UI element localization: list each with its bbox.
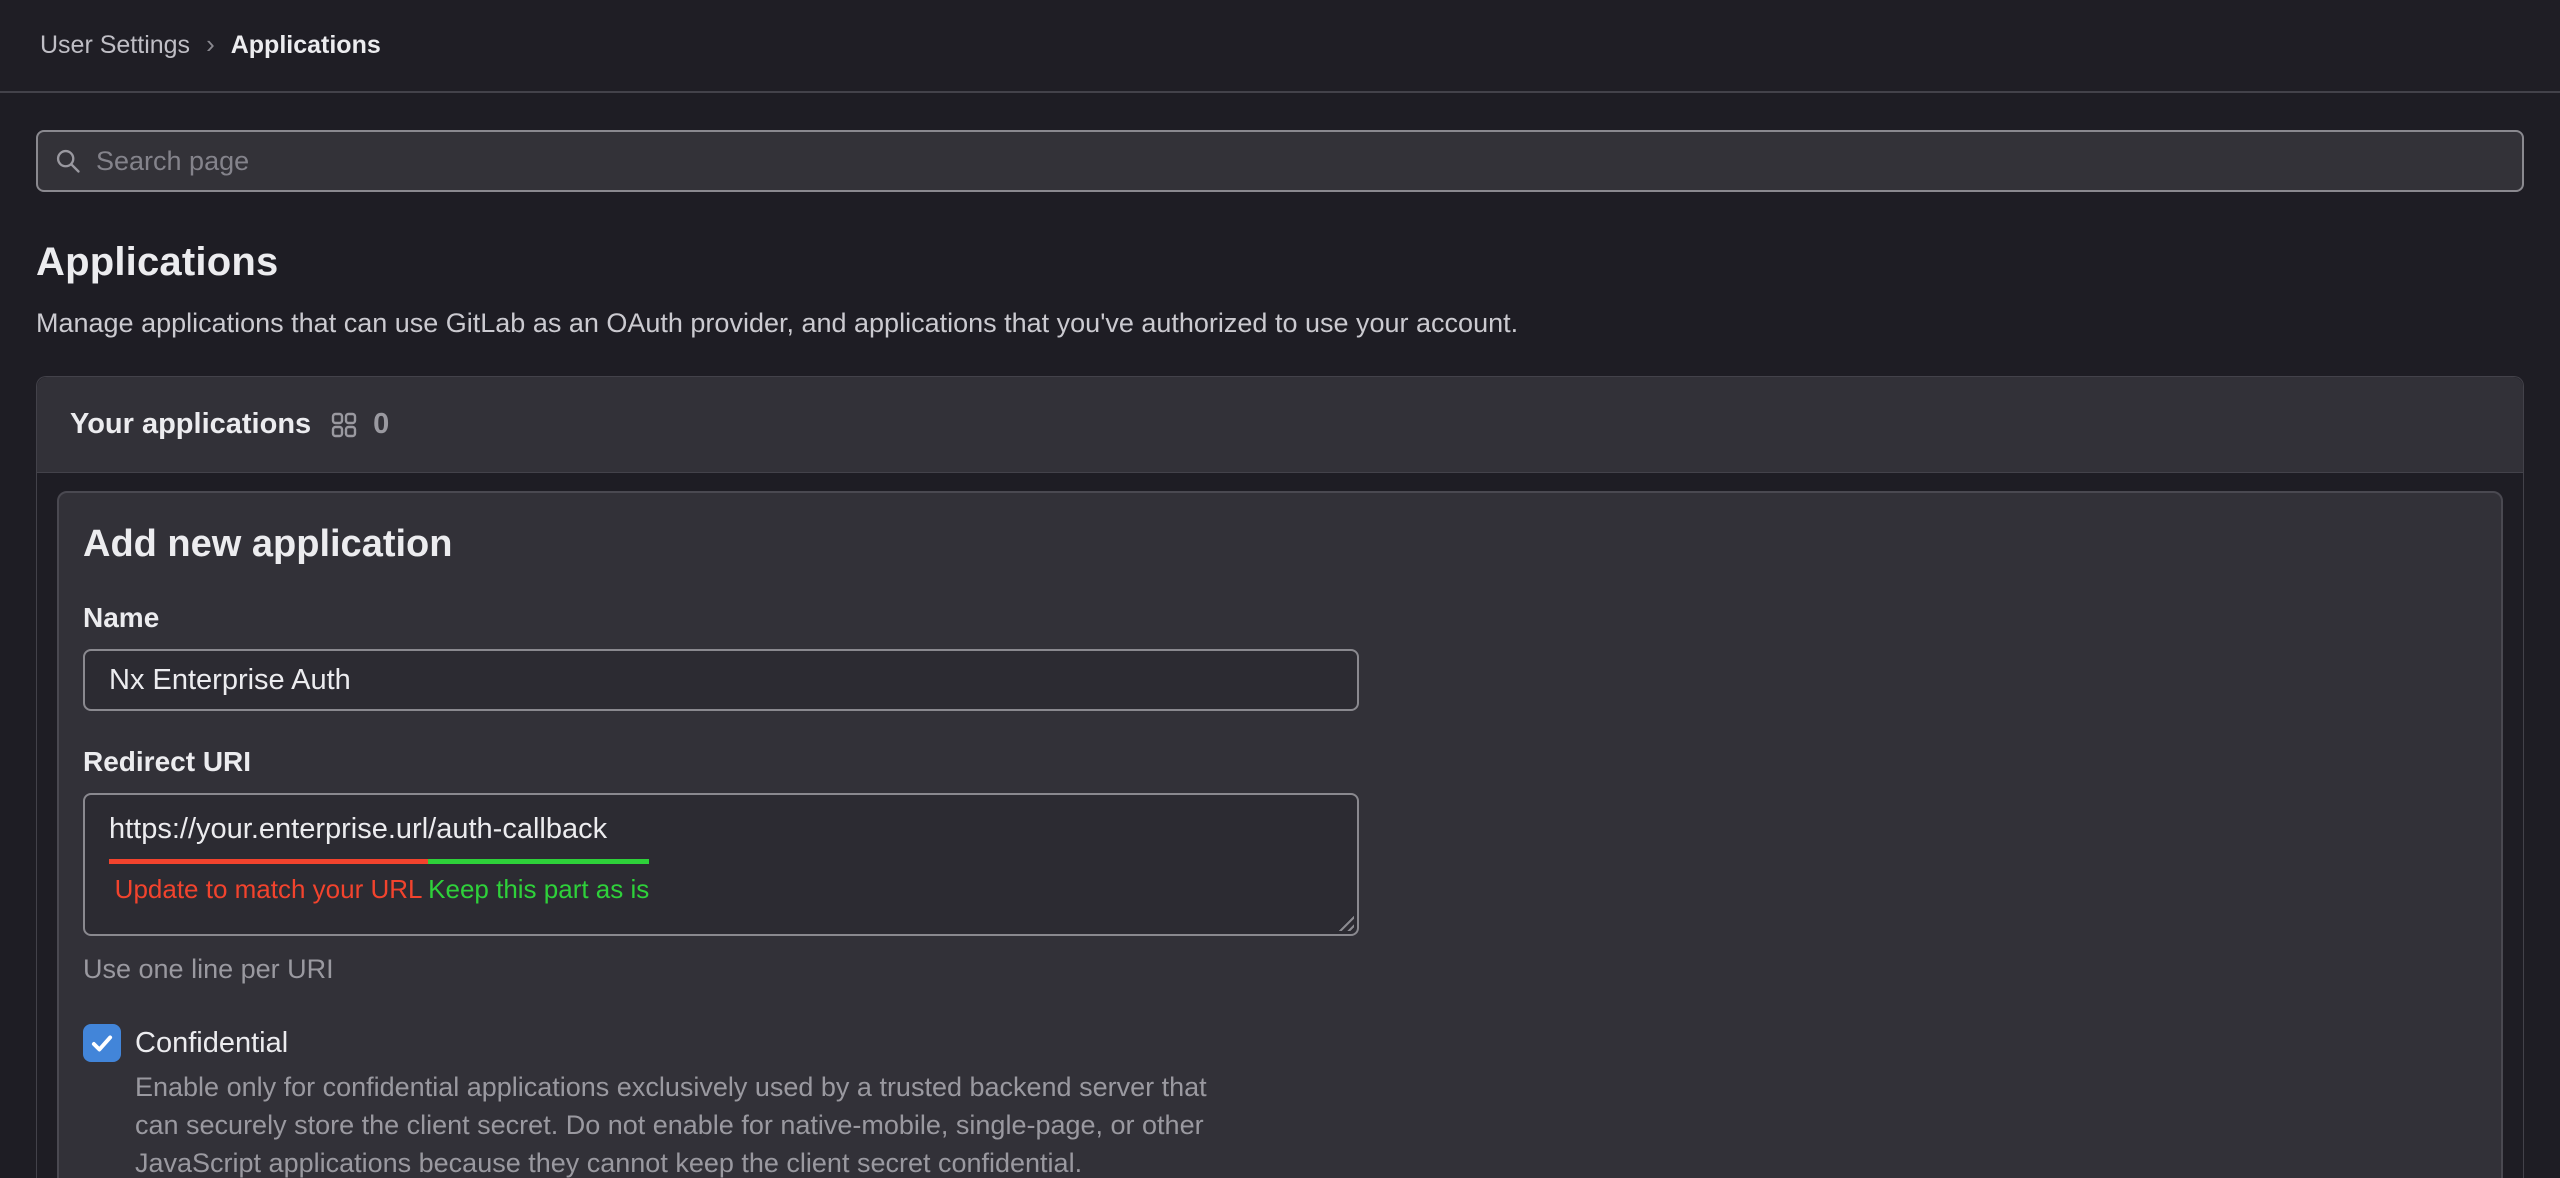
checkmark-icon bbox=[89, 1030, 115, 1056]
confidential-help-text: Enable only for confidential application… bbox=[135, 1068, 2477, 1178]
add-new-application-card: Add new application Name Redirect URI ht… bbox=[57, 491, 2503, 1178]
redirect-uri-path-part: /auth-callback bbox=[428, 811, 649, 864]
confidential-checkbox[interactable] bbox=[83, 1024, 121, 1062]
confidential-row: Confidential bbox=[83, 1024, 2477, 1062]
redirect-uri-hint: Use one line per URI bbox=[83, 952, 2477, 986]
confidential-help-line: Enable only for confidential application… bbox=[135, 1068, 2477, 1106]
form-title: Add new application bbox=[83, 521, 2477, 567]
chevron-right-icon: › bbox=[206, 31, 215, 57]
your-applications-body: Add new application Name Redirect URI ht… bbox=[37, 473, 2523, 1178]
your-applications-section: Your applications 0 Add new application … bbox=[36, 376, 2524, 1178]
redirect-uri-note-keep: Keep this part as is bbox=[428, 874, 649, 904]
applications-grid-icon bbox=[331, 412, 357, 438]
breadcrumb: User Settings › Applications bbox=[40, 31, 381, 60]
page-description: Manage applications that can use GitLab … bbox=[36, 306, 2524, 340]
name-label: Name bbox=[83, 601, 2477, 635]
your-applications-header: Your applications 0 bbox=[37, 377, 2523, 473]
redirect-uri-annotated-value: https://your.enterprise.url /auth-callba… bbox=[109, 811, 649, 904]
breadcrumb-applications: Applications bbox=[231, 31, 381, 60]
your-applications-title: Your applications bbox=[70, 408, 311, 441]
redirect-uri-textarea[interactable]: https://your.enterprise.url /auth-callba… bbox=[83, 793, 1359, 936]
redirect-uri-label: Redirect URI bbox=[83, 745, 2477, 779]
page-title: Applications bbox=[36, 238, 2524, 286]
name-input[interactable] bbox=[83, 649, 1359, 711]
search-input[interactable] bbox=[36, 130, 2524, 192]
applications-count-badge: 0 bbox=[373, 408, 389, 441]
main-content: Applications Manage applications that ca… bbox=[0, 93, 2560, 1178]
breadcrumb-user-settings[interactable]: User Settings bbox=[40, 31, 190, 60]
top-bar: User Settings › Applications bbox=[0, 0, 2560, 93]
confidential-help-line: JavaScript applications because they can… bbox=[135, 1144, 2477, 1178]
redirect-uri-host-part: https://your.enterprise.url bbox=[109, 811, 428, 864]
search-icon bbox=[54, 147, 82, 175]
confidential-label[interactable]: Confidential bbox=[135, 1027, 288, 1060]
confidential-help-line: can securely store the client secret. Do… bbox=[135, 1106, 2477, 1144]
redirect-uri-note-update: Update to match your URL bbox=[109, 874, 428, 904]
search-bar bbox=[36, 130, 2524, 192]
textarea-resize-handle[interactable] bbox=[1338, 915, 1354, 931]
